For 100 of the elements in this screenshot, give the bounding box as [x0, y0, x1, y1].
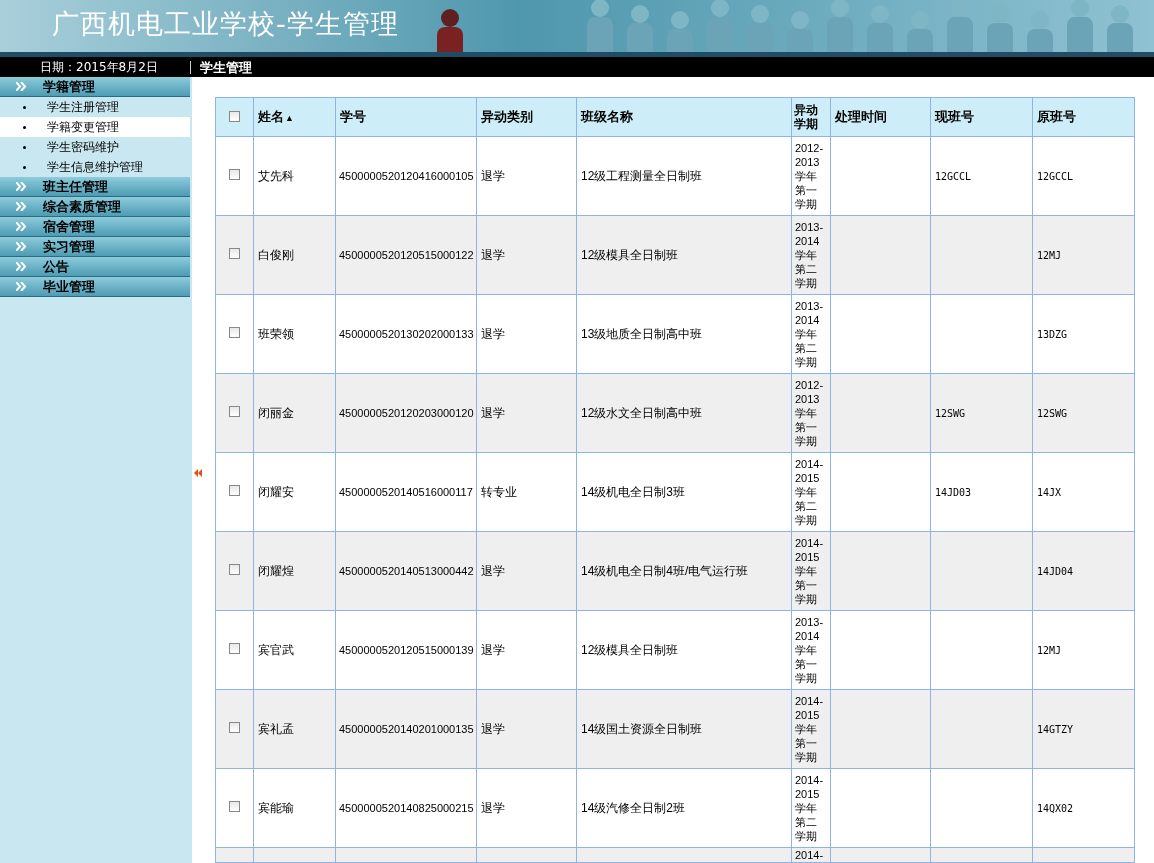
- menu-section[interactable]: 宿舍管理: [0, 217, 190, 237]
- table-cell: 2014-: [795, 848, 825, 862]
- table-cell: 2013-2014学年第一学期: [795, 615, 825, 685]
- row-checkbox[interactable]: [229, 169, 240, 180]
- table-cell: 12级模具全日制班: [581, 642, 679, 657]
- table-cell: 退学: [481, 247, 505, 262]
- column-header: 原班号: [1037, 109, 1076, 124]
- double-chevron-icon: [16, 182, 27, 191]
- double-chevron-icon: [16, 202, 27, 211]
- table-cell: 12级模具全日制班: [581, 247, 679, 262]
- table-cell: 退学: [481, 642, 505, 657]
- table-cell: 4500000520120203000120: [339, 407, 474, 419]
- table-cell: 13DZG: [1037, 328, 1068, 340]
- table-cell: 4500000520120416000105: [339, 170, 474, 182]
- row-checkbox[interactable]: [229, 643, 240, 654]
- table-cell: 2014-2015学年第一学期: [795, 536, 825, 606]
- table-cell: 宾能瑜: [258, 800, 294, 815]
- table-cell: 12GCCL: [1037, 170, 1074, 182]
- column-header: 异动学期: [794, 103, 819, 131]
- bullet-icon: [23, 105, 26, 109]
- menu-item[interactable]: 学籍变更管理: [0, 117, 190, 137]
- table-cell: 14级汽修全日制2班: [581, 800, 686, 815]
- table-cell: 12MJ: [1037, 644, 1062, 656]
- table-cell: 13级地质全日制高中班: [581, 326, 703, 341]
- table-cell: 闭耀煌: [258, 563, 294, 578]
- double-chevron-icon: [16, 222, 27, 231]
- table-cell: 退学: [481, 326, 505, 341]
- menu-section[interactable]: 公告: [0, 257, 190, 277]
- table-cell: 退学: [481, 800, 505, 815]
- table-cell: 14级机电全日制4班/电气运行班: [581, 563, 749, 578]
- table-cell: 2012-2013学年第一学期: [795, 141, 825, 211]
- table-cell: 14QX02: [1037, 802, 1074, 814]
- row-checkbox[interactable]: [229, 485, 240, 496]
- table-cell: 2013-2014学年第二学期: [795, 299, 825, 369]
- menu-item[interactable]: 学生信息维护管理: [0, 157, 190, 177]
- table-cell: 14JX: [1037, 486, 1062, 498]
- row-checkbox[interactable]: [229, 248, 240, 259]
- table-cell: 12SWG: [935, 407, 966, 419]
- menu-section[interactable]: 班主任管理: [0, 177, 190, 197]
- row-checkbox[interactable]: [229, 564, 240, 575]
- sort-indicator: ▲: [285, 113, 294, 123]
- column-header: 处理时间: [835, 109, 887, 124]
- row-checkbox[interactable]: [229, 801, 240, 812]
- column-header: 现班号: [935, 109, 974, 124]
- table-cell: 12MJ: [1037, 249, 1062, 261]
- bullet-icon: [23, 125, 26, 129]
- table-cell: 4500000520120515000122: [339, 249, 474, 261]
- table-cell: 2014-2015学年第一学期: [795, 694, 825, 764]
- table-cell: 12级工程测量全日制班: [581, 168, 703, 183]
- section-title: 学生管理: [190, 60, 252, 74]
- table-cell: 2013-2014学年第二学期: [795, 220, 825, 290]
- row-checkbox[interactable]: [229, 722, 240, 733]
- column-header: 学号: [340, 109, 366, 124]
- table-cell: 12级水文全日制高中班: [581, 405, 703, 420]
- row-checkbox[interactable]: [229, 406, 240, 417]
- table-cell: 2014-2015学年第二学期: [795, 773, 825, 843]
- table-cell: 宾官武: [258, 642, 294, 657]
- table-cell: 4500000520140513000442: [339, 565, 474, 577]
- table-cell: 退学: [481, 405, 505, 420]
- column-header: 班级名称: [581, 109, 633, 124]
- menu-section[interactable]: 毕业管理: [0, 277, 190, 297]
- table-cell: 艾先科: [258, 168, 294, 183]
- table-cell: 转专业: [481, 484, 517, 499]
- table-cell: 退学: [481, 721, 505, 736]
- table-cell: 4500000520120515000139: [339, 644, 474, 656]
- table-cell: 2014-2015学年第二学期: [795, 457, 825, 527]
- menu-section[interactable]: 实习管理: [0, 237, 190, 257]
- select-all-checkbox[interactable]: [229, 110, 240, 122]
- table-cell: 白俊刚: [258, 247, 294, 262]
- menu-item[interactable]: 学生注册管理: [0, 97, 190, 117]
- column-header[interactable]: 姓名: [258, 109, 284, 124]
- table-cell: 班荣领: [258, 326, 294, 341]
- menu-section[interactable]: 综合素质管理: [0, 197, 190, 217]
- table-cell: 12SWG: [1037, 407, 1068, 419]
- table-cell: 宾礼孟: [258, 721, 294, 736]
- table-cell: 2012-2013学年第一学期: [795, 378, 825, 448]
- bullet-icon: [23, 145, 26, 149]
- table-cell: 14级国土资源全日制班: [581, 721, 703, 736]
- table-cell: 4500000520140516000117: [339, 486, 473, 498]
- collapse-icon[interactable]: [193, 469, 203, 477]
- table-cell: 4500000520140201000135: [339, 723, 474, 735]
- table-cell: 闭丽金: [258, 405, 294, 420]
- app-title: 广西机电工业学校-学生管理: [52, 7, 399, 41]
- column-header: 异动类别: [481, 109, 533, 124]
- menu-section[interactable]: 学籍管理: [0, 77, 190, 97]
- table-cell: 退学: [481, 563, 505, 578]
- date-label: 日期：2015年8月2日: [39, 58, 159, 76]
- double-chevron-icon: [16, 262, 27, 271]
- double-chevron-icon: [16, 82, 27, 91]
- table-cell: 4500000520140825000215: [339, 802, 474, 814]
- table-cell: 闭耀安: [258, 484, 294, 499]
- menu-item[interactable]: 学生密码维护: [0, 137, 190, 157]
- table-cell: 12GCCL: [935, 170, 972, 182]
- table-cell: 退学: [481, 168, 505, 183]
- table-cell: 14GTZY: [1037, 723, 1074, 735]
- double-chevron-icon: [16, 282, 27, 291]
- row-checkbox[interactable]: [229, 327, 240, 338]
- bullet-icon: [23, 165, 26, 169]
- table-cell: 14JD04: [1037, 565, 1074, 577]
- double-chevron-icon: [16, 242, 27, 251]
